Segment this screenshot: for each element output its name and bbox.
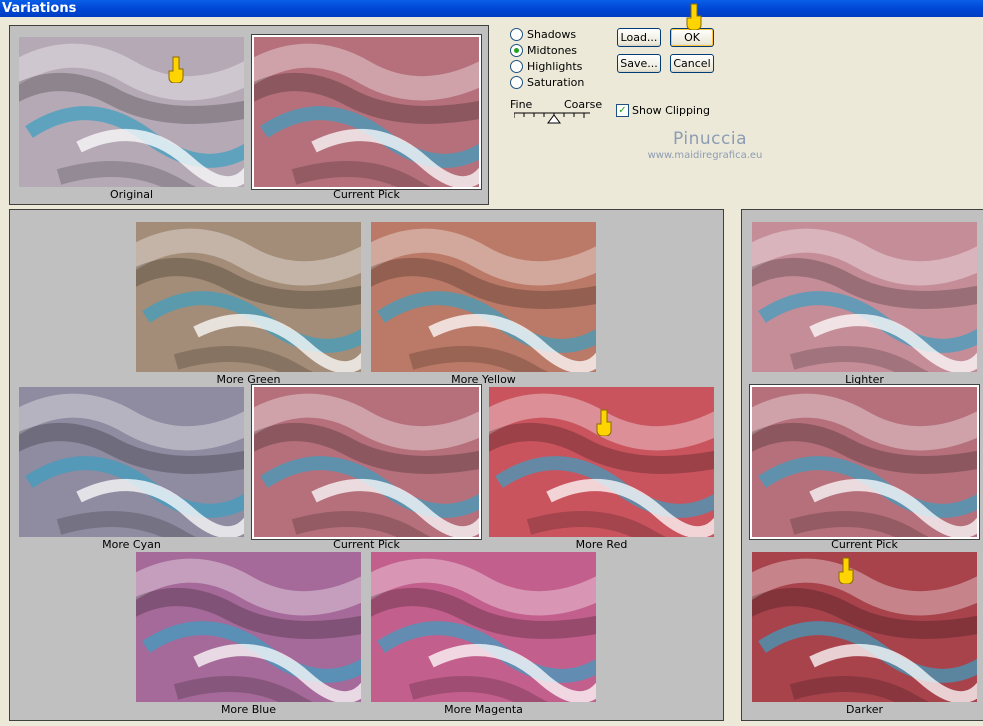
more-green-thumbnail[interactable] <box>136 222 361 372</box>
pointer-hand-icon <box>686 3 702 30</box>
save-button[interactable]: Save... <box>617 54 661 73</box>
more-magenta-label: More Magenta <box>444 703 523 716</box>
pointer-hand-icon <box>838 557 854 584</box>
load-button[interactable]: Load... <box>617 28 661 47</box>
color-current-pick-thumbnail[interactable] <box>254 387 479 537</box>
radio-saturation[interactable]: Saturation <box>510 75 584 90</box>
current-pick-label: Current Pick <box>333 188 400 201</box>
radio-highlights[interactable]: Highlights <box>510 59 582 74</box>
brightness-current-pick-label: Current Pick <box>831 538 898 551</box>
show-clipping-label: Show Clipping <box>632 104 710 117</box>
darker-thumbnail[interactable] <box>752 552 977 702</box>
slider-thumb-icon[interactable] <box>547 114 561 124</box>
more-cyan-thumbnail[interactable] <box>19 387 244 537</box>
ok-button[interactable]: OK <box>670 28 714 47</box>
pointer-hand-icon <box>168 56 184 83</box>
more-blue-label: More Blue <box>220 703 277 716</box>
more-magenta-thumbnail[interactable] <box>371 552 596 702</box>
window-title: Variations <box>2 1 77 16</box>
more-cyan-label: More Cyan <box>102 538 161 551</box>
color-current-pick-label: Current Pick <box>333 538 400 551</box>
radio-icon <box>510 28 523 41</box>
radio-selected-icon <box>510 44 523 57</box>
lighter-thumbnail[interactable] <box>752 222 977 372</box>
more-yellow-thumbnail[interactable] <box>371 222 596 372</box>
show-clipping-checkbox[interactable]: ✓ <box>616 104 629 117</box>
more-red-label: More Red <box>575 538 628 551</box>
brightness-current-pick-thumbnail[interactable] <box>752 387 977 537</box>
radio-icon <box>510 76 523 89</box>
current-pick-thumbnail[interactable] <box>254 37 479 187</box>
original-thumbnail[interactable] <box>19 37 244 187</box>
title-bar: Variations <box>0 0 983 17</box>
watermark-name: Pinuccia <box>673 129 747 149</box>
original-label: Original <box>109 188 154 201</box>
more-blue-thumbnail[interactable] <box>136 552 361 702</box>
radio-midtones[interactable]: Midtones <box>510 43 577 58</box>
pointer-hand-icon <box>596 409 612 436</box>
radio-shadows[interactable]: Shadows <box>510 27 576 42</box>
radio-icon <box>510 60 523 73</box>
darker-label: Darker <box>845 703 883 716</box>
fine-coarse-slider[interactable] <box>514 110 594 126</box>
watermark-url: www.maidiregrafica.eu <box>647 150 763 161</box>
cancel-button[interactable]: Cancel <box>670 54 714 73</box>
